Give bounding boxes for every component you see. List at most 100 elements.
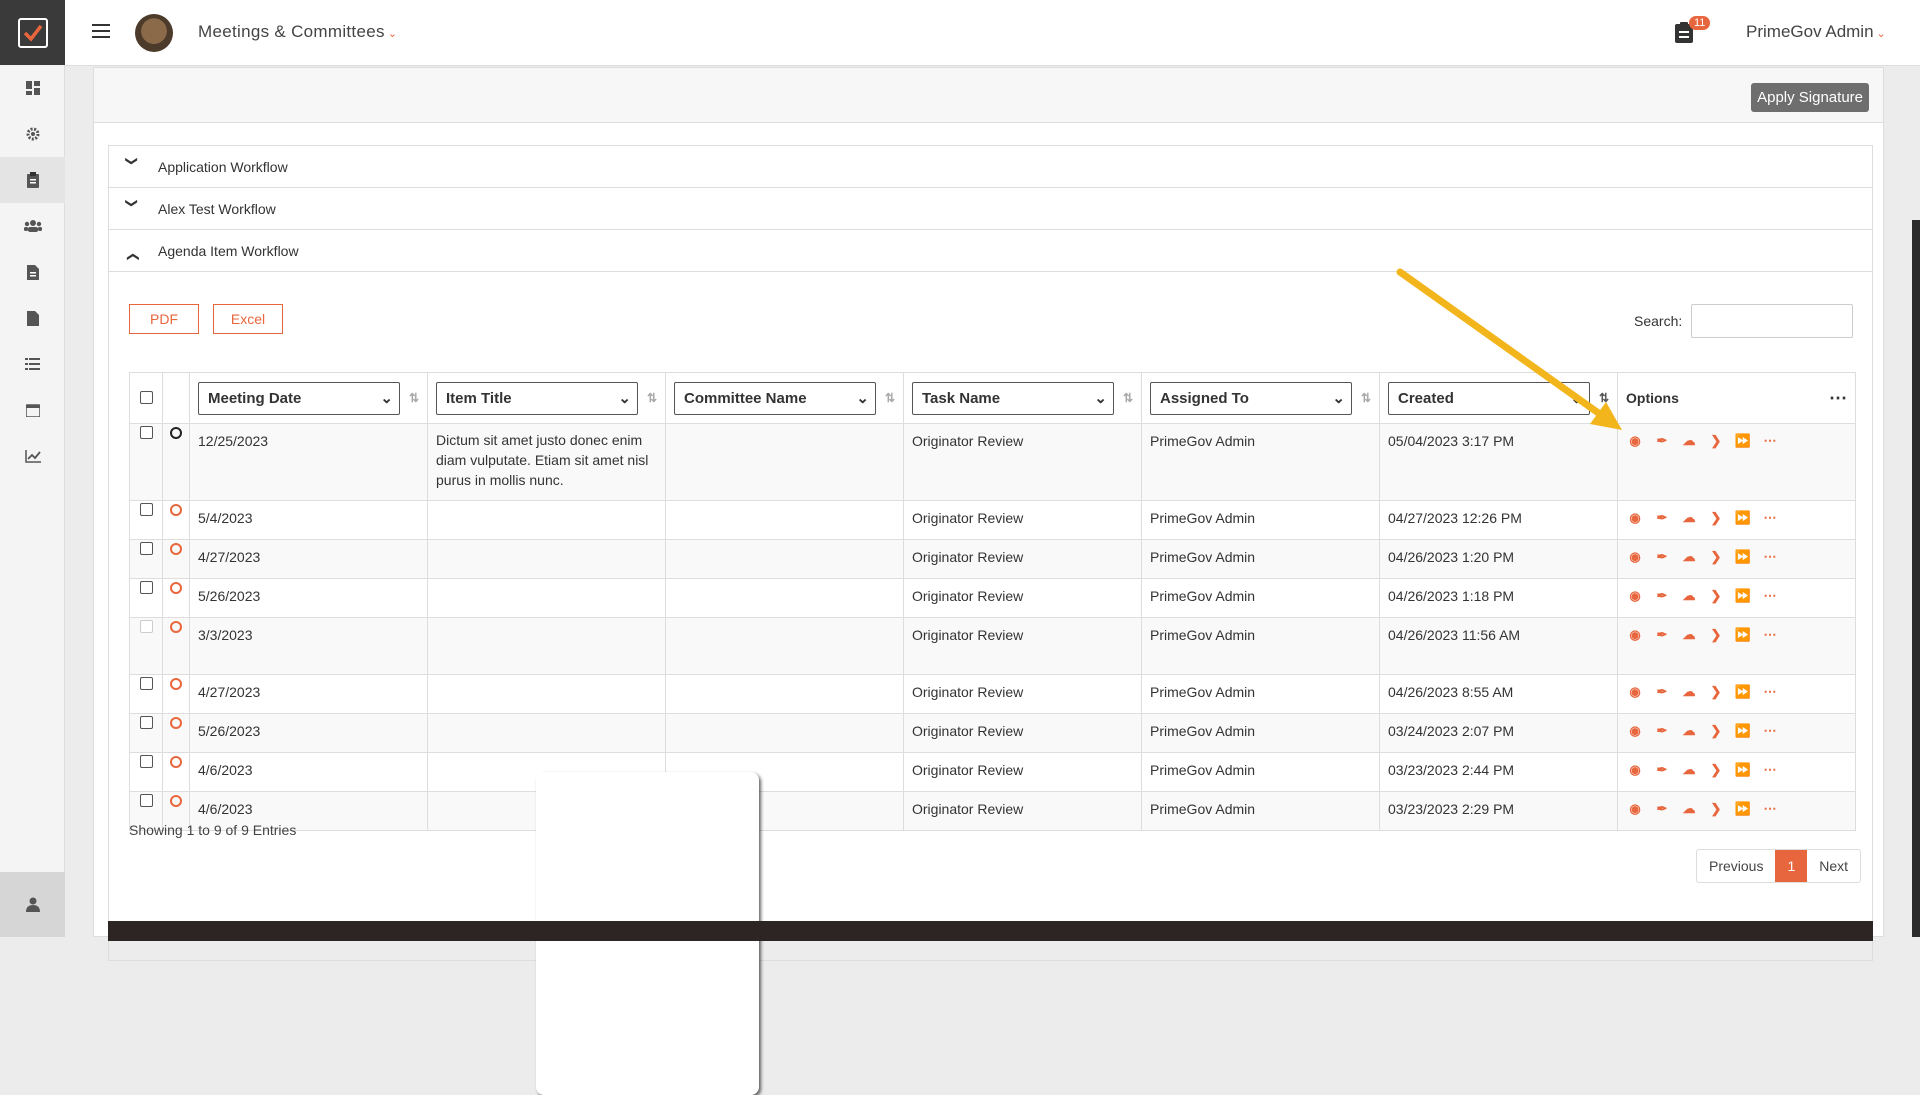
users-icon[interactable] — [0, 203, 65, 249]
cloud-upload-icon[interactable]: ☁ — [1680, 549, 1698, 565]
table-row[interactable]: 4/27/2023 Originator Review PrimeGov Adm… — [129, 674, 1856, 714]
clipboard-icon[interactable] — [0, 157, 65, 203]
view-eye-icon[interactable]: ◉ — [1626, 433, 1644, 449]
app-logo[interactable] — [0, 0, 65, 65]
fast-forward-icon[interactable]: ⏩ — [1734, 549, 1752, 565]
cloud-upload-icon[interactable]: ☁ — [1680, 588, 1698, 604]
signature-pen-icon[interactable]: ✒ — [1653, 588, 1671, 604]
table-row[interactable]: 12/25/2023 Dictum sit amet justo donec e… — [129, 423, 1856, 501]
ellipsis-icon[interactable]: ⋯ — [1829, 388, 1847, 409]
cloud-upload-icon[interactable]: ☁ — [1680, 684, 1698, 700]
signature-pen-icon[interactable]: ✒ — [1653, 684, 1671, 700]
cloud-upload-icon[interactable]: ☁ — [1680, 762, 1698, 778]
view-eye-icon[interactable]: ◉ — [1626, 762, 1644, 778]
sort-icon[interactable]: ⇅ — [885, 391, 895, 405]
chevron-right-icon[interactable]: ❯ — [1707, 723, 1725, 739]
meeting-date-filter[interactable]: Meeting Date ⌄ — [198, 381, 400, 415]
signature-pen-icon[interactable]: ✒ — [1653, 801, 1671, 817]
fast-forward-icon[interactable]: ⏩ — [1734, 723, 1752, 739]
ellipsis-icon[interactable]: ⋯ — [1761, 510, 1779, 526]
row-checkbox[interactable] — [139, 581, 153, 594]
view-eye-icon[interactable]: ◉ — [1626, 510, 1644, 526]
row-checkbox[interactable] — [139, 755, 153, 768]
signature-pen-icon[interactable]: ✒ — [1653, 433, 1671, 449]
chevron-right-icon[interactable]: ❯ — [1707, 433, 1725, 449]
table-row[interactable]: 4/27/2023 Originator Review PrimeGov Adm… — [129, 539, 1856, 579]
signature-pen-icon[interactable]: ✒ — [1653, 627, 1671, 643]
fast-forward-icon[interactable]: ⏩ — [1734, 510, 1752, 526]
table-row[interactable]: 4/6/2023 Originator Review PrimeGov Admi… — [129, 752, 1856, 792]
fast-forward-icon[interactable]: ⏩ — [1734, 433, 1752, 449]
view-eye-icon[interactable]: ◉ — [1626, 627, 1644, 643]
chevron-right-icon[interactable]: ❯ — [1707, 684, 1725, 700]
sort-desc-icon[interactable]: ⇅ — [1599, 391, 1609, 405]
view-eye-icon[interactable]: ◉ — [1626, 588, 1644, 604]
ellipsis-icon[interactable]: ⋯ — [1761, 684, 1779, 700]
file-icon[interactable] — [0, 295, 65, 341]
task-name-filter[interactable]: Task Name ⌄ — [912, 381, 1114, 415]
search-input[interactable] — [1691, 304, 1853, 338]
table-row[interactable]: 3/3/2023 Originator Review PrimeGov Admi… — [129, 617, 1856, 675]
chevron-right-icon[interactable]: ❯ — [1707, 588, 1725, 604]
sort-icon[interactable]: ⇅ — [647, 391, 657, 405]
module-selector[interactable]: Meetings & Committees ⌄ — [198, 22, 397, 42]
ellipsis-icon[interactable]: ⋯ — [1761, 801, 1779, 817]
cloud-upload-icon[interactable]: ☁ — [1680, 801, 1698, 817]
fast-forward-icon[interactable]: ⏩ — [1734, 801, 1752, 817]
row-checkbox[interactable] — [139, 677, 153, 690]
table-row[interactable]: 5/26/2023 Originator Review PrimeGov Adm… — [129, 713, 1856, 753]
cloud-upload-icon[interactable]: ☁ — [1680, 723, 1698, 739]
view-eye-icon[interactable]: ◉ — [1626, 723, 1644, 739]
fast-forward-icon[interactable]: ⏩ — [1734, 762, 1752, 778]
row-checkbox[interactable] — [139, 426, 153, 439]
fast-forward-icon[interactable]: ⏩ — [1734, 627, 1752, 643]
assigned-to-filter[interactable]: Assigned To ⌄ — [1150, 381, 1352, 415]
cloud-upload-icon[interactable]: ☁ — [1680, 627, 1698, 643]
row-checkbox[interactable] — [139, 620, 153, 633]
next-button[interactable]: Next — [1807, 850, 1860, 882]
ellipsis-icon[interactable]: ⋯ — [1761, 762, 1779, 778]
signature-pen-icon[interactable]: ✒ — [1653, 723, 1671, 739]
workflow-alex-test[interactable]: ❯ Alex Test Workflow — [108, 187, 1873, 229]
cloud-upload-icon[interactable]: ☁ — [1680, 510, 1698, 526]
export-excel-button[interactable]: Excel — [213, 304, 283, 334]
user-menu[interactable]: PrimeGov Admin ⌄ — [1746, 22, 1886, 42]
page-button[interactable]: 1 — [1775, 850, 1808, 882]
item-title-filter[interactable]: Item Title ⌄ — [436, 381, 638, 415]
row-checkbox[interactable] — [139, 503, 153, 516]
fast-forward-icon[interactable]: ⏩ — [1734, 684, 1752, 700]
previous-button[interactable]: Previous — [1697, 850, 1775, 882]
sort-icon[interactable]: ⇅ — [409, 391, 419, 405]
chevron-right-icon[interactable]: ❯ — [1707, 801, 1725, 817]
ellipsis-icon[interactable]: ⋯ — [1761, 627, 1779, 643]
chevron-right-icon[interactable]: ❯ — [1707, 549, 1725, 565]
row-checkbox[interactable] — [139, 716, 153, 729]
signature-pen-icon[interactable]: ✒ — [1653, 762, 1671, 778]
view-eye-icon[interactable]: ◉ — [1626, 801, 1644, 817]
ellipsis-icon[interactable]: ⋯ — [1761, 723, 1779, 739]
ellipsis-icon[interactable]: ⋯ — [1761, 433, 1779, 449]
table-row[interactable]: 5/26/2023 Originator Review PrimeGov Adm… — [129, 578, 1856, 618]
ellipsis-icon[interactable]: ⋯ — [1761, 549, 1779, 565]
signature-pen-icon[interactable]: ✒ — [1653, 510, 1671, 526]
chevron-right-icon[interactable]: ❯ — [1707, 762, 1725, 778]
ellipsis-icon[interactable]: ⋯ — [1761, 588, 1779, 604]
profile-button[interactable] — [0, 872, 65, 937]
workflow-agenda-item[interactable]: ❯ Agenda Item Workflow — [108, 229, 1873, 271]
created-filter[interactable]: Created ⌄ — [1388, 381, 1590, 415]
document-icon[interactable] — [0, 249, 65, 295]
signature-pen-icon[interactable]: ✒ — [1653, 549, 1671, 565]
table-row[interactable]: 4/6/2023 Originator Review PrimeGov Admi… — [129, 791, 1856, 831]
select-all-checkbox[interactable] — [139, 391, 153, 404]
list-icon[interactable] — [0, 341, 65, 387]
view-eye-icon[interactable]: ◉ — [1626, 549, 1644, 565]
row-checkbox[interactable] — [139, 794, 153, 807]
export-pdf-button[interactable]: PDF — [129, 304, 199, 334]
notifications-button[interactable]: 11 — [1675, 16, 1711, 44]
dashboard-icon[interactable] — [0, 65, 65, 111]
row-checkbox[interactable] — [139, 542, 153, 555]
sort-icon[interactable]: ⇅ — [1123, 391, 1133, 405]
gear-icon[interactable] — [0, 111, 65, 157]
apply-signature-button[interactable]: Apply Signature — [1751, 83, 1869, 112]
fast-forward-icon[interactable]: ⏩ — [1734, 588, 1752, 604]
